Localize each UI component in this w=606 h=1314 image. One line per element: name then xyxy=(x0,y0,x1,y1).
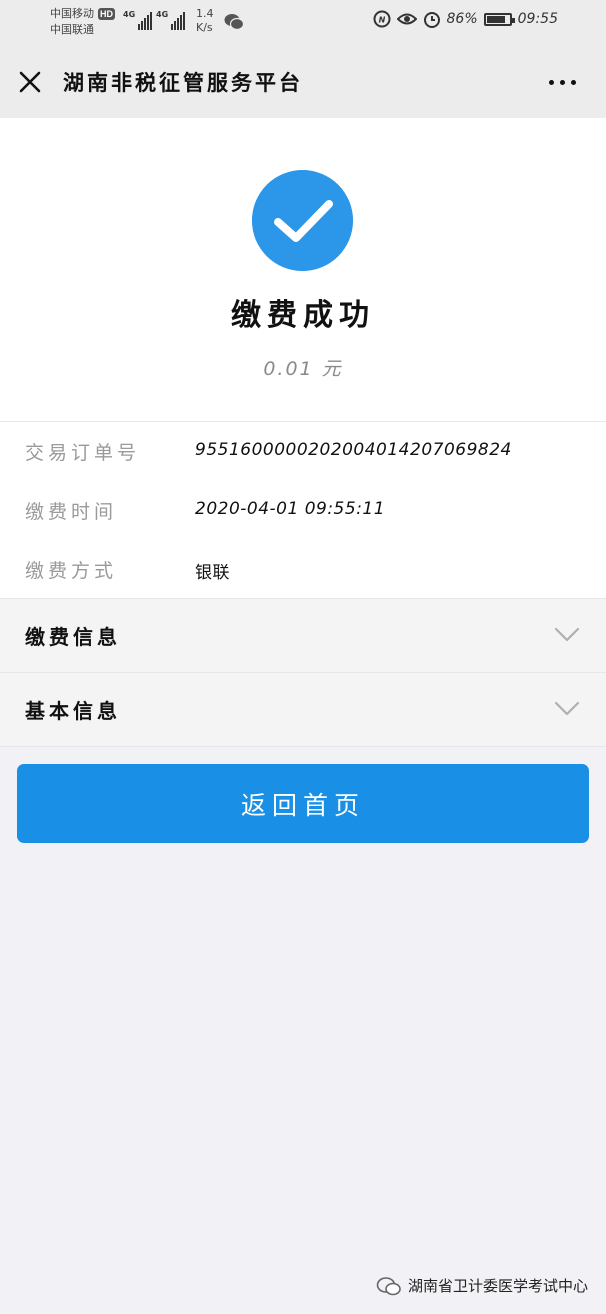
carrier-2: 中国联通 xyxy=(50,23,94,36)
section-label: 基本信息 xyxy=(25,699,121,723)
section-payment-info[interactable]: 缴费信息 xyxy=(0,598,606,672)
eye-icon xyxy=(396,13,417,25)
chevron-down-icon xyxy=(554,627,580,642)
wechat-official-icon xyxy=(376,1276,401,1295)
return-home-button[interactable]: 返回首页 xyxy=(17,764,589,843)
close-icon[interactable] xyxy=(18,70,42,94)
detail-value: 2020-04-01 09:55:11 xyxy=(195,499,386,519)
result-title: 缴费成功 xyxy=(231,298,375,333)
carrier-1: 中国移动 xyxy=(50,7,94,20)
detail-value: 955160000020200401420706982​4 xyxy=(195,440,512,460)
detail-label: 交易订单号 xyxy=(25,442,141,464)
battery-percent: 86% xyxy=(446,11,478,27)
network-type-1: 4G xyxy=(123,10,136,19)
clock: 09:55 xyxy=(517,11,558,27)
carrier-info: 中国移动 HD 中国联通 xyxy=(50,6,115,38)
svg-text:N: N xyxy=(378,16,385,25)
network-type-2: 4G xyxy=(156,10,169,19)
watermark-text: 湖南省卫计委医学考试中心 xyxy=(407,1277,588,1295)
status-right: N 86% 09:55 xyxy=(373,10,558,28)
wechat-icon xyxy=(224,14,244,31)
app-header: 湖南非税征管服务平台 xyxy=(0,44,606,118)
payment-result: 缴费成功 0.01 元 xyxy=(0,118,606,422)
detail-row-payment-time: 缴费时间 2020-04-01 09:55:11 xyxy=(0,481,606,539)
status-bar: 中国移动 HD 中国联通 4G 4G 1.4 K/s N 86% 09:55 xyxy=(0,0,606,44)
hd-badge: HD xyxy=(98,8,115,20)
signal-icon-2: 4G xyxy=(156,10,186,30)
speed-unit: K/s xyxy=(196,21,213,34)
detail-row-payment-method: 缴费方式 银联 xyxy=(0,540,606,598)
battery-icon xyxy=(483,12,515,26)
payment-details: 交易订单号 955160000020200401420706982​4 缴费时间… xyxy=(0,422,606,598)
more-icon[interactable] xyxy=(549,80,576,85)
detail-value: 银联 xyxy=(195,563,230,583)
alarm-icon xyxy=(423,12,440,28)
signal-icon: 4G xyxy=(123,10,153,30)
check-circle-icon xyxy=(252,170,353,271)
detail-label: 缴费时间 xyxy=(25,501,118,523)
detail-label: 缴费方式 xyxy=(25,560,118,582)
page-title: 湖南非税征管服务平台 xyxy=(63,71,303,95)
chevron-down-icon xyxy=(554,701,580,716)
network-speed: 1.4 K/s xyxy=(196,7,214,35)
section-label: 缴费信息 xyxy=(25,625,121,649)
nfc-icon: N xyxy=(373,10,391,28)
speed-value: 1.4 xyxy=(196,7,214,20)
detail-row-order-number: 交易订单号 955160000020200401420706982​4 xyxy=(0,422,606,480)
watermark: 湖南省卫计委医学考试中心 xyxy=(376,1275,588,1296)
payment-amount: 0.01 元 xyxy=(263,358,343,380)
section-basic-info[interactable]: 基本信息 xyxy=(0,672,606,747)
